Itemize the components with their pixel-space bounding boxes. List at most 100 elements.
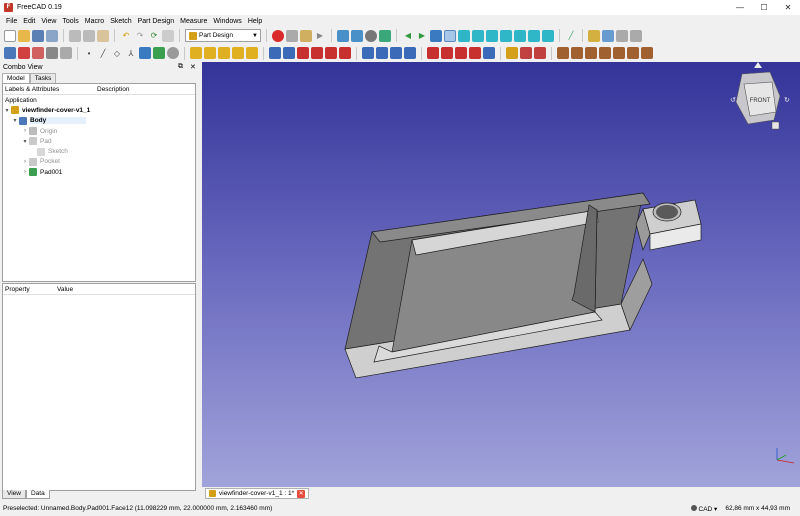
boolean-icon[interactable] (483, 47, 495, 59)
refresh-icon[interactable]: ⟳ (148, 30, 160, 42)
tab-tasks[interactable]: Tasks (29, 73, 57, 83)
menu-sketch[interactable]: Sketch (107, 18, 134, 25)
hole-icon[interactable] (283, 47, 295, 59)
nav-arrow-up-icon[interactable] (754, 62, 762, 68)
std-views-icon[interactable] (430, 29, 442, 42)
navigation-style-button[interactable]: CAD ▾ (690, 504, 717, 513)
column-value[interactable]: Value (55, 286, 73, 293)
tab-view[interactable]: View (2, 490, 26, 499)
menu-part-design[interactable]: Part Design (135, 18, 178, 25)
datum-line-icon[interactable]: ╱ (97, 47, 109, 59)
chamfer-icon[interactable] (441, 47, 453, 59)
forward-icon[interactable]: ▶ (416, 30, 428, 42)
menu-measure[interactable]: Measure (177, 18, 210, 25)
float-panel-icon[interactable]: ⧉ (178, 63, 183, 71)
minimize-button[interactable]: — (728, 0, 752, 15)
menu-macro[interactable]: Macro (82, 18, 107, 25)
datum-point-icon[interactable]: • (83, 47, 95, 59)
constraint-tangent-icon[interactable] (627, 47, 639, 59)
view-isometric-icon[interactable] (458, 29, 470, 42)
clone-body-icon[interactable] (167, 47, 179, 59)
validate-sketch-icon[interactable] (32, 47, 44, 59)
view-front-icon[interactable] (472, 29, 484, 42)
loft-icon[interactable] (218, 47, 230, 59)
constraint-vertical-icon[interactable] (585, 47, 597, 59)
draw-style-icon[interactable] (365, 29, 377, 42)
column-property[interactable]: Property (3, 286, 55, 293)
execute-macro-icon[interactable]: ▶ (314, 30, 326, 42)
clone-icon[interactable] (60, 47, 72, 59)
undo-icon[interactable]: ↶ (120, 30, 132, 42)
document-tab[interactable]: viewfinder-cover-v1_1 : 1* ✕ (205, 488, 310, 499)
create-part-icon[interactable] (588, 29, 600, 42)
linear-pattern-icon[interactable] (376, 47, 388, 59)
measure-distance-icon[interactable]: ╱ (565, 30, 577, 42)
fit-all-icon[interactable] (337, 29, 349, 42)
constraint-perpendicular-icon[interactable] (613, 47, 625, 59)
column-description[interactable]: Description (95, 86, 130, 93)
navigation-cube[interactable]: FRONT ↺ ↻ (730, 62, 790, 130)
thickness-icon[interactable] (469, 47, 481, 59)
subshape-binder-icon[interactable] (153, 47, 165, 59)
rotate-right-icon[interactable]: ↻ (784, 96, 790, 104)
paste-icon[interactable] (97, 29, 109, 42)
tree-item-pocket[interactable]: › Pocket (3, 157, 195, 167)
link-actions-icon[interactable] (630, 29, 642, 42)
tree-item-pad[interactable]: ▾ Pad (3, 136, 195, 146)
close-button[interactable]: ✕ (776, 0, 800, 15)
model-render[interactable]: FRONT ↺ ↻ (202, 62, 800, 487)
macros-icon[interactable] (300, 29, 312, 42)
pipe-icon[interactable] (232, 47, 244, 59)
view-right-icon[interactable] (500, 29, 512, 42)
fillet-icon[interactable] (427, 47, 439, 59)
navcube-face-label[interactable]: FRONT (750, 98, 771, 104)
additive-primitive-icon[interactable] (246, 47, 258, 59)
open-file-icon[interactable] (18, 29, 30, 42)
subtractive-primitive-icon[interactable] (339, 47, 351, 59)
save-icon[interactable] (32, 29, 44, 42)
chevron-down-icon[interactable]: ▾ (3, 107, 11, 114)
zoom-icon[interactable] (444, 29, 456, 42)
rotate-left-icon[interactable]: ↺ (730, 96, 736, 104)
create-body-icon[interactable] (4, 47, 16, 59)
stop-macro-icon[interactable] (286, 29, 298, 42)
view-bottom-icon[interactable] (528, 29, 540, 42)
create-group-icon[interactable] (602, 29, 614, 42)
save-as-icon[interactable] (46, 29, 58, 42)
local-cs-icon[interactable]: ⅄ (125, 47, 137, 59)
view-rear-icon[interactable] (514, 29, 526, 42)
close-icon[interactable]: ✕ (297, 489, 306, 498)
tree-item-document[interactable]: ▾ viewfinder-cover-v1_1 (3, 105, 195, 115)
chevron-right-icon[interactable]: › (21, 159, 29, 165)
maximize-button[interactable]: ☐ (752, 0, 776, 15)
menu-file[interactable]: File (3, 18, 20, 25)
attach-sketch-icon[interactable] (46, 47, 58, 59)
constraint-horizontal-icon[interactable] (571, 47, 583, 59)
chevron-right-icon[interactable]: › (21, 128, 29, 134)
make-link-icon[interactable] (616, 29, 628, 42)
view-menu-icon[interactable] (771, 121, 780, 130)
view-top-icon[interactable] (486, 29, 498, 42)
chevron-down-icon[interactable]: ▾ (21, 138, 29, 145)
viewfinder-cover-model[interactable] (344, 192, 702, 379)
polar-pattern-icon[interactable] (390, 47, 402, 59)
groove-icon[interactable] (297, 47, 309, 59)
back-icon[interactable]: ◀ (402, 30, 414, 42)
copy-icon[interactable] (83, 29, 95, 42)
column-labels[interactable]: Labels & Attributes (3, 86, 95, 93)
menu-windows[interactable]: Windows (210, 18, 244, 25)
menu-view[interactable]: View (38, 18, 59, 25)
menu-help[interactable]: Help (245, 18, 265, 25)
subtractive-pipe-icon[interactable] (325, 47, 337, 59)
datum-plane-icon[interactable]: ◇ (111, 47, 123, 59)
record-macro-icon[interactable] (272, 29, 284, 42)
tab-data[interactable]: Data (25, 490, 50, 499)
redo-icon[interactable]: ↷ (134, 30, 146, 42)
whats-this-icon[interactable] (162, 29, 174, 42)
constraint-parallel-icon[interactable] (599, 47, 611, 59)
menu-edit[interactable]: Edit (20, 18, 38, 25)
draft-icon[interactable] (455, 47, 467, 59)
create-sketch-icon[interactable] (18, 47, 30, 59)
cut-icon[interactable] (69, 29, 81, 42)
new-file-icon[interactable] (4, 29, 16, 42)
